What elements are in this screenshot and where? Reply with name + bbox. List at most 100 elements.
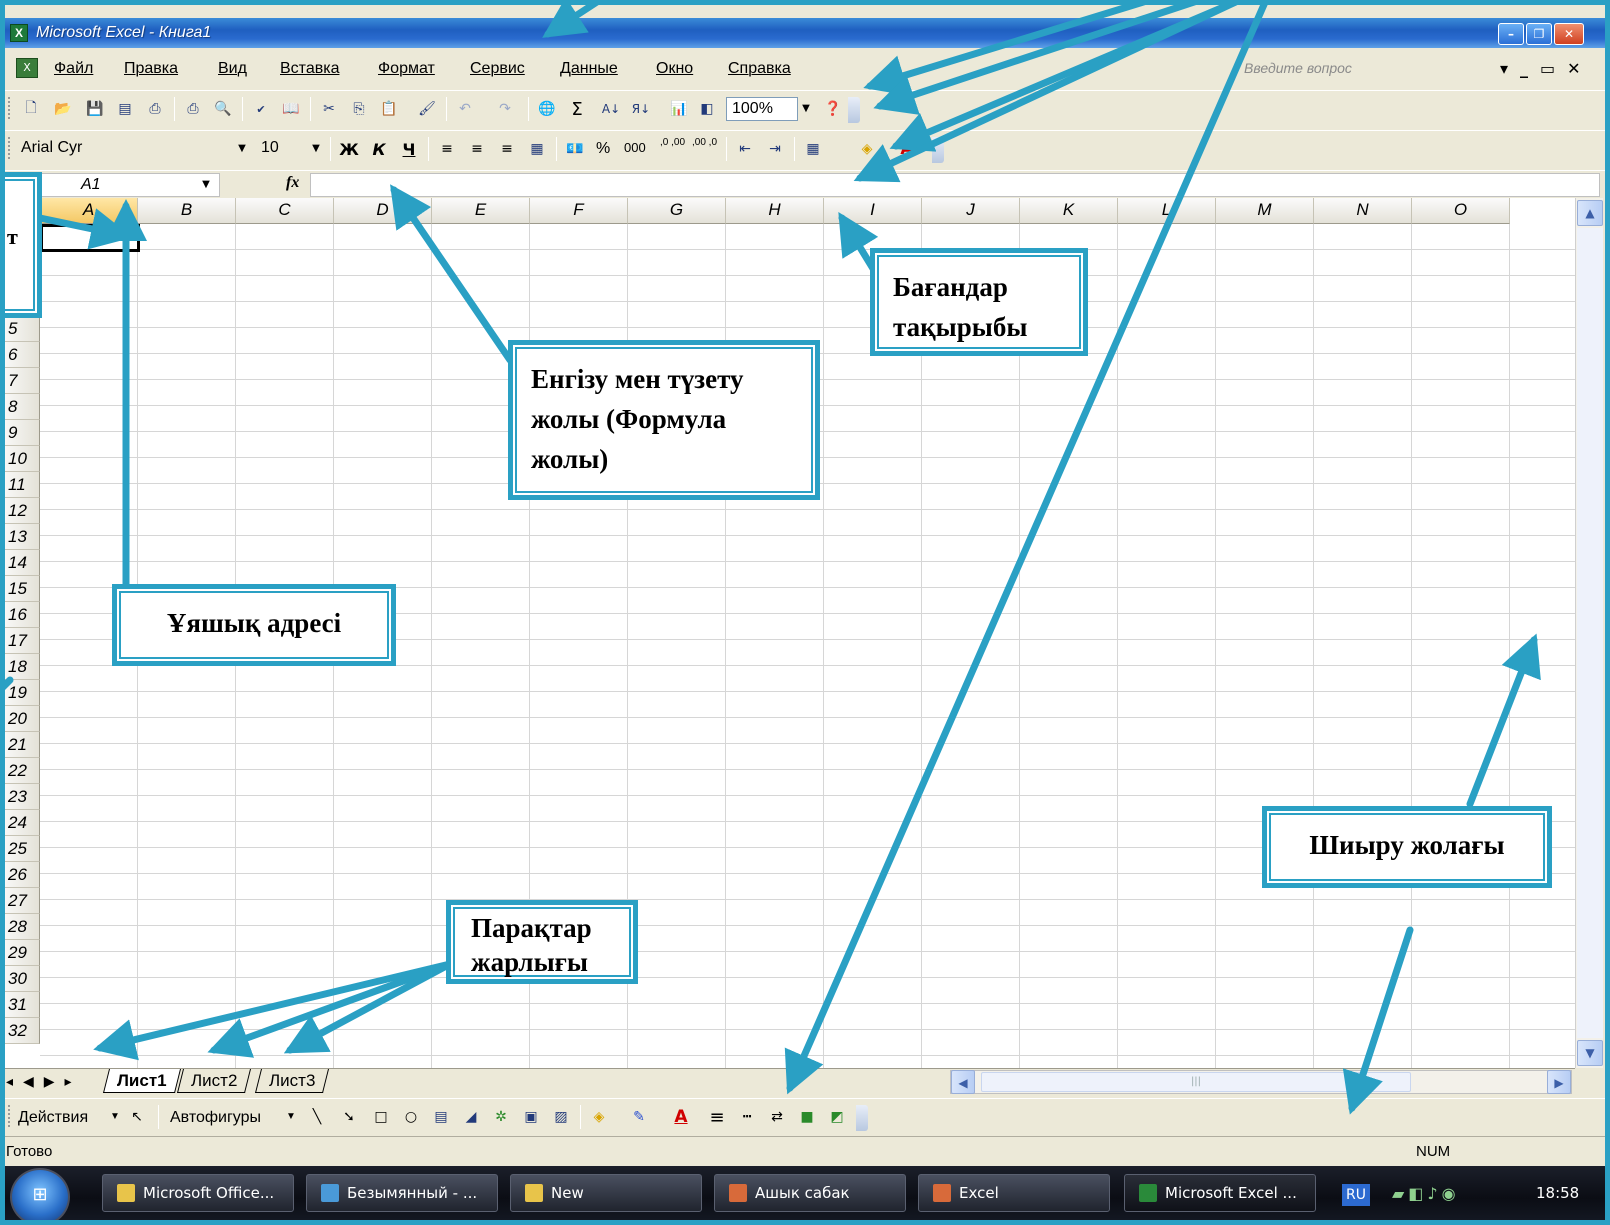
font-field[interactable]: Arial Cyr — [16, 137, 232, 161]
percent-button[interactable]: % — [596, 140, 610, 158]
scroll-left-icon[interactable]: ◀ — [951, 1070, 975, 1094]
merge-center-icon[interactable]: ▦ — [526, 138, 548, 160]
clock[interactable]: 18:58 — [1536, 1184, 1579, 1202]
chevron-down-icon[interactable]: ▼ — [308, 137, 324, 161]
column-header-d[interactable]: D — [334, 198, 432, 224]
row-header-23[interactable]: 23 — [0, 784, 40, 810]
arrow-icon[interactable]: ➘ — [338, 1106, 360, 1128]
font-color-button[interactable]: A — [896, 138, 918, 160]
formula-input[interactable] — [310, 173, 1600, 197]
column-header-o[interactable]: O — [1412, 198, 1510, 224]
row-header-25[interactable]: 25 — [0, 836, 40, 862]
autoshapes-menu[interactable]: Автофигуры — [170, 1109, 261, 1127]
menu-format[interactable]: Формат — [378, 60, 435, 78]
close-button[interactable]: ✕ — [1554, 23, 1584, 45]
row-header-24[interactable]: 24 — [0, 810, 40, 836]
align-left-icon[interactable]: ≡ — [436, 138, 458, 160]
menu-window[interactable]: Окно — [656, 60, 693, 78]
row-header-15[interactable]: 15 — [0, 576, 40, 602]
undo-icon[interactable]: ↶ — [454, 98, 476, 120]
sort-asc-icon[interactable]: A↓ — [600, 98, 622, 120]
toolbar-grip[interactable] — [8, 1105, 12, 1127]
scroll-right-icon[interactable]: ▶ — [1547, 1070, 1571, 1094]
diagram-icon[interactable]: ✲ — [490, 1106, 512, 1128]
row-header-6[interactable]: 6 — [0, 342, 40, 368]
borders-icon[interactable]: ▦ — [802, 138, 824, 160]
fill-color-icon[interactable]: ◈ — [856, 138, 878, 160]
thousands-button[interactable]: 000 — [624, 140, 646, 155]
chevron-down-icon[interactable]: ▼ — [234, 137, 250, 161]
3d-style-icon[interactable]: ◩ — [826, 1106, 848, 1128]
vertical-scroll-thumb[interactable] — [1577, 228, 1603, 1038]
column-header-g[interactable]: G — [628, 198, 726, 224]
rectangle-icon[interactable]: □ — [370, 1106, 392, 1128]
line-icon[interactable]: ╲ — [306, 1106, 328, 1128]
menu-edit[interactable]: Правка — [124, 60, 178, 78]
toolbar-options[interactable] — [932, 137, 944, 163]
toolbar-options[interactable] — [848, 97, 860, 123]
row-header-8[interactable]: 8 — [0, 394, 40, 420]
sheet-tab-2[interactable]: Лист2 — [177, 1069, 252, 1093]
column-header-h[interactable]: H — [726, 198, 824, 224]
row-header-10[interactable]: 10 — [0, 446, 40, 472]
underline-button[interactable]: Ч — [398, 138, 420, 160]
column-header-k[interactable]: K — [1020, 198, 1118, 224]
book-icon[interactable]: 📖 — [280, 98, 302, 120]
chart-wizard-icon[interactable]: 📊 — [668, 98, 690, 120]
wordart-icon[interactable]: ◢ — [460, 1106, 482, 1128]
textbox-icon[interactable]: ▤ — [430, 1106, 452, 1128]
maximize-button[interactable]: ❐ — [1526, 23, 1552, 45]
autosum-icon[interactable]: Σ — [566, 98, 588, 120]
paste-icon[interactable]: 📋 — [378, 98, 400, 120]
print-preview-icon[interactable]: ⎙ — [182, 98, 204, 120]
hyperlink-icon[interactable]: 🌐 — [536, 98, 558, 120]
row-header-30[interactable]: 30 — [0, 966, 40, 992]
cut-icon[interactable]: ✂ — [318, 98, 340, 120]
toolbar-grip[interactable] — [8, 97, 12, 119]
new-icon[interactable]: 🗋 — [20, 98, 42, 120]
row-header-20[interactable]: 20 — [0, 706, 40, 732]
permission-icon[interactable]: ▤ — [114, 98, 136, 120]
clipart-icon[interactable]: ▣ — [520, 1106, 542, 1128]
increase-indent-icon[interactable]: ⇥ — [764, 138, 786, 160]
column-header-b[interactable]: B — [138, 198, 236, 224]
arrow-style-icon[interactable]: ⇄ — [766, 1106, 788, 1128]
column-header-i[interactable]: I — [824, 198, 922, 224]
toolbar-grip[interactable] — [8, 137, 12, 159]
help-question-input[interactable]: Введите вопрос — [1240, 58, 1470, 80]
column-header-m[interactable]: M — [1216, 198, 1314, 224]
menu-file[interactable]: Файл — [54, 60, 93, 78]
row-header-18[interactable]: 18 — [0, 654, 40, 680]
scroll-up-icon[interactable]: ▲ — [1577, 200, 1603, 226]
menu-help[interactable]: Справка — [728, 60, 791, 78]
column-header-f[interactable]: F — [530, 198, 628, 224]
column-header-n[interactable]: N — [1314, 198, 1412, 224]
row-header-31[interactable]: 31 — [0, 992, 40, 1018]
chevron-down-icon[interactable]: ▼ — [110, 1111, 120, 1122]
taskbar-item[interactable]: Безымянный - ... — [306, 1174, 498, 1212]
actions-menu[interactable]: Действия — [18, 1109, 88, 1127]
row-header-13[interactable]: 13 — [0, 524, 40, 550]
scroll-down-icon[interactable]: ▼ — [1577, 1040, 1603, 1066]
copy-icon[interactable]: ⎘ — [348, 98, 370, 120]
row-header-32[interactable]: 32 — [0, 1018, 40, 1044]
taskbar-item-active[interactable]: Microsoft Excel ... — [1124, 1174, 1316, 1212]
row-header-17[interactable]: 17 — [0, 628, 40, 654]
row-header-5[interactable]: 5 — [0, 316, 40, 342]
column-header-a[interactable]: A — [40, 198, 138, 224]
select-objects-icon[interactable]: ↖ — [126, 1106, 148, 1128]
font-color-button[interactable]: A — [670, 1106, 692, 1128]
name-box[interactable]: A1 — [20, 173, 220, 197]
row-header-12[interactable]: 12 — [0, 498, 40, 524]
align-right-icon[interactable]: ≡ — [496, 138, 518, 160]
function-icon[interactable]: fx — [286, 174, 299, 192]
chevron-down-icon[interactable]: ▼ — [196, 173, 216, 197]
workbook-window-controls[interactable]: ▾_▭✕ — [1500, 59, 1593, 78]
toolbar-options[interactable] — [856, 1105, 868, 1131]
zoom-field[interactable]: 100% — [726, 97, 798, 121]
format-painter-icon[interactable]: 🖌 — [416, 98, 438, 120]
drawing-icon[interactable]: ◧ — [696, 98, 718, 120]
row-header-19[interactable]: 19 — [0, 680, 40, 706]
line-style-icon[interactable]: ≡ — [706, 1106, 728, 1128]
help-icon[interactable]: ❓ — [822, 98, 844, 120]
